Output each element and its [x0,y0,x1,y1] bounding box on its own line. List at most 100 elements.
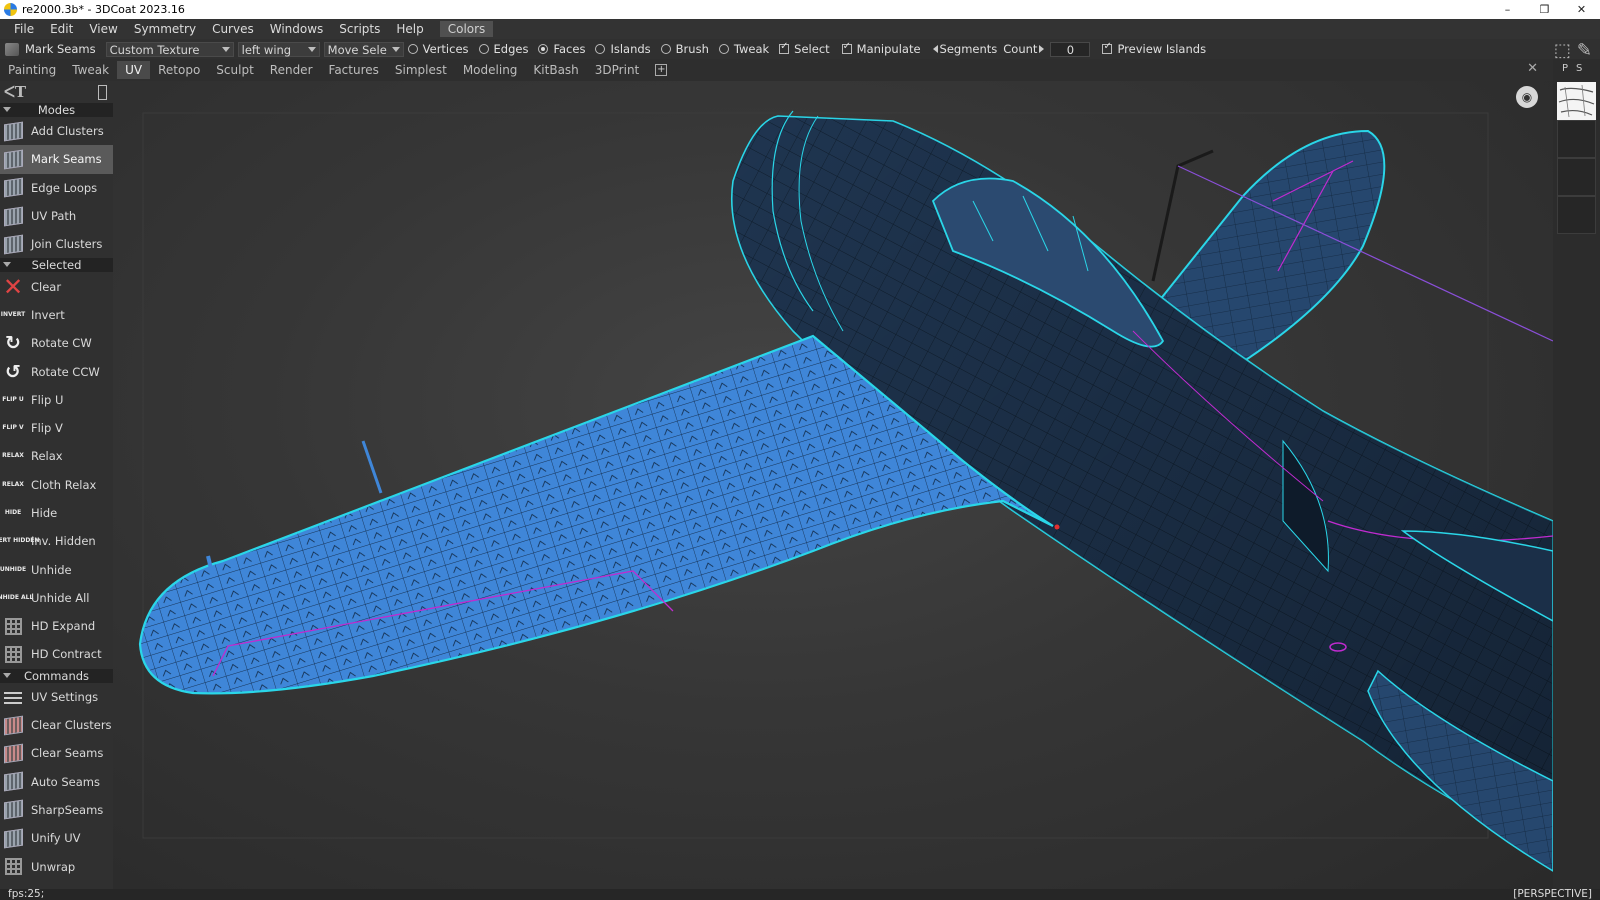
menu-symmetry[interactable]: Symmetry [126,19,204,39]
tab-s[interactable]: S [1576,63,1582,74]
restore-button[interactable]: ❐ [1526,0,1563,19]
unhide-all-icon: UNHIDE ALL [0,588,33,608]
menu-edit[interactable]: Edit [42,19,81,39]
relax-button[interactable]: RELAX Relax [0,442,113,470]
clear-clusters-icon [3,715,23,735]
invert-button[interactable]: INVERT Invert [0,301,113,329]
close-button[interactable]: ✕ [1563,0,1600,19]
tab-tweak[interactable]: Tweak [64,61,117,79]
tab-painting[interactable]: Painting [0,61,64,79]
inv-hidden-icon: INVERT HIDDEN [0,531,39,551]
menu-colors[interactable]: Colors [439,21,494,37]
clear-seams-button[interactable]: Clear Seams [0,739,113,767]
move-selection-dropdown[interactable]: Move Sele [323,41,404,57]
section-modes[interactable]: Modes [0,103,113,117]
tab-p[interactable]: P [1562,63,1568,74]
select-checkbox[interactable]: Select [779,41,830,56]
radio-islands[interactable]: Islands [595,42,651,56]
texture-thumbnail[interactable] [1557,82,1596,120]
uv-settings-button[interactable]: UV Settings [0,683,113,711]
frame-view-icon[interactable]: ⬚ [1554,40,1571,61]
radio-faces-label: Faces [553,42,586,56]
manipulate-checkbox[interactable]: Manipulate [841,41,921,56]
inv-hidden-button[interactable]: INVERT HIDDENInv. Hidden [0,527,113,555]
radio-edges[interactable]: Edges [478,42,528,56]
manipulate-checkbox-label: Manipulate [856,42,921,56]
unwrap-button[interactable]: Unwrap [0,852,113,880]
flip-u-icon-text: FLIP U [2,395,24,403]
clear-clusters-button[interactable]: Clear Clusters [0,711,113,739]
status-bar: fps:25; [PERSPECTIVE] [0,889,1600,900]
tab-kitbash[interactable]: KitBash [525,61,586,79]
join-clusters-button[interactable]: Join Clusters [0,230,113,258]
unhide-all-button[interactable]: UNHIDE ALLUnhide All [0,584,113,612]
segments-decrease-icon[interactable] [932,45,938,53]
tab-render[interactable]: Render [262,61,321,79]
tab-retopo[interactable]: Retopo [150,61,208,79]
unify-uv-label: Unify UV [31,831,81,846]
tool-options-bar: Mark Seams Custom Texture left wing Move… [0,39,1600,61]
auto-seams-button[interactable]: Auto Seams [0,768,113,796]
close-room-icon[interactable]: ✕ [1527,61,1538,76]
menu-help[interactable]: Help [388,19,431,39]
tab-modeling[interactable]: Modeling [455,61,526,79]
texture-dropdown[interactable]: Custom Texture [105,41,234,57]
radio-vertices-label: Vertices [422,42,469,56]
add-room-icon[interactable]: + [655,64,668,76]
menu-windows[interactable]: Windows [262,19,332,39]
sharp-seams-button[interactable]: SharpSeams [0,796,113,824]
radio-tweak[interactable]: Tweak [718,42,770,56]
texture-slot[interactable] [1557,158,1596,196]
edge-loops-button[interactable]: Edge Loops [0,174,113,202]
text-tool-icon[interactable]: ᐸT [4,83,26,101]
texture-slot[interactable] [1557,196,1596,234]
tab-factures[interactable]: Factures [321,61,387,79]
flip-u-button[interactable]: FLIP U Flip U [0,386,113,414]
panel-toggle-icon[interactable] [98,84,107,100]
add-clusters-button[interactable]: Add Clusters [0,117,113,145]
mark-seams-tool-icon [5,42,19,56]
unify-uv-button[interactable]: Unify UV [0,824,113,852]
menu-view[interactable]: View [81,19,125,39]
clear-seams-icon [3,743,23,764]
hd-expand-button[interactable]: HD Expand [0,612,113,640]
minimize-button[interactable]: – [1489,0,1526,19]
tab-uv[interactable]: UV [117,61,151,79]
mark-seams-label: Mark Seams [31,152,102,167]
unhide-button[interactable]: UNHIDE Unhide [0,555,113,583]
menu-curves[interactable]: Curves [204,19,262,39]
preview-islands-checkbox[interactable]: Preview Islands [1102,41,1206,56]
segments-increase-icon[interactable] [1039,45,1045,53]
clear-button[interactable]: ✕ Clear [0,272,113,300]
object-dropdown[interactable]: left wing [237,41,320,57]
invert-icon-text: INVERT [0,310,26,318]
tab-3dprint[interactable]: 3DPrint [587,61,647,79]
menu-scripts[interactable]: Scripts [331,19,388,39]
section-commands[interactable]: Commands [0,668,113,683]
tab-sculpt[interactable]: Sculpt [208,61,261,79]
3d-viewport[interactable]: ◉ [113,81,1553,889]
rotate-ccw-button[interactable]: ↺ Rotate CCW [0,357,113,385]
texture-slot[interactable] [1557,120,1596,158]
radio-brush[interactable]: Brush [660,42,709,56]
segments-count-input[interactable]: 0 [1050,41,1091,57]
camera-navigation-icon[interactable]: ◉ [1516,86,1538,108]
relax-icon: RELAX [2,446,24,466]
tab-simplest[interactable]: Simplest [387,61,455,79]
radio-vertices[interactable]: Vertices [407,42,469,56]
rotate-cw-button[interactable]: ↻ Rotate CW [0,329,113,357]
radio-tweak-label: Tweak [733,42,770,56]
mark-seams-button[interactable]: Mark Seams [0,145,113,174]
uv-path-button[interactable]: UV Path [0,202,113,230]
radio-faces[interactable]: Faces [538,42,585,56]
room-tabs: Painting Tweak UV Retopo Sculpt Render F… [0,59,1600,81]
pen-tool-icon[interactable]: ✎ [1577,40,1592,61]
radio-islands-label: Islands [610,42,651,56]
hd-contract-button[interactable]: HD Contract [0,640,113,668]
section-selected[interactable]: Selected [0,258,113,273]
flip-v-button[interactable]: FLIP V Flip V [0,414,113,442]
menu-file[interactable]: File [6,19,42,39]
window-controls: – ❐ ✕ [1489,0,1600,19]
cloth-relax-button[interactable]: RELAX Cloth Relax [0,471,113,499]
hide-button[interactable]: HIDE Hide [0,499,113,527]
